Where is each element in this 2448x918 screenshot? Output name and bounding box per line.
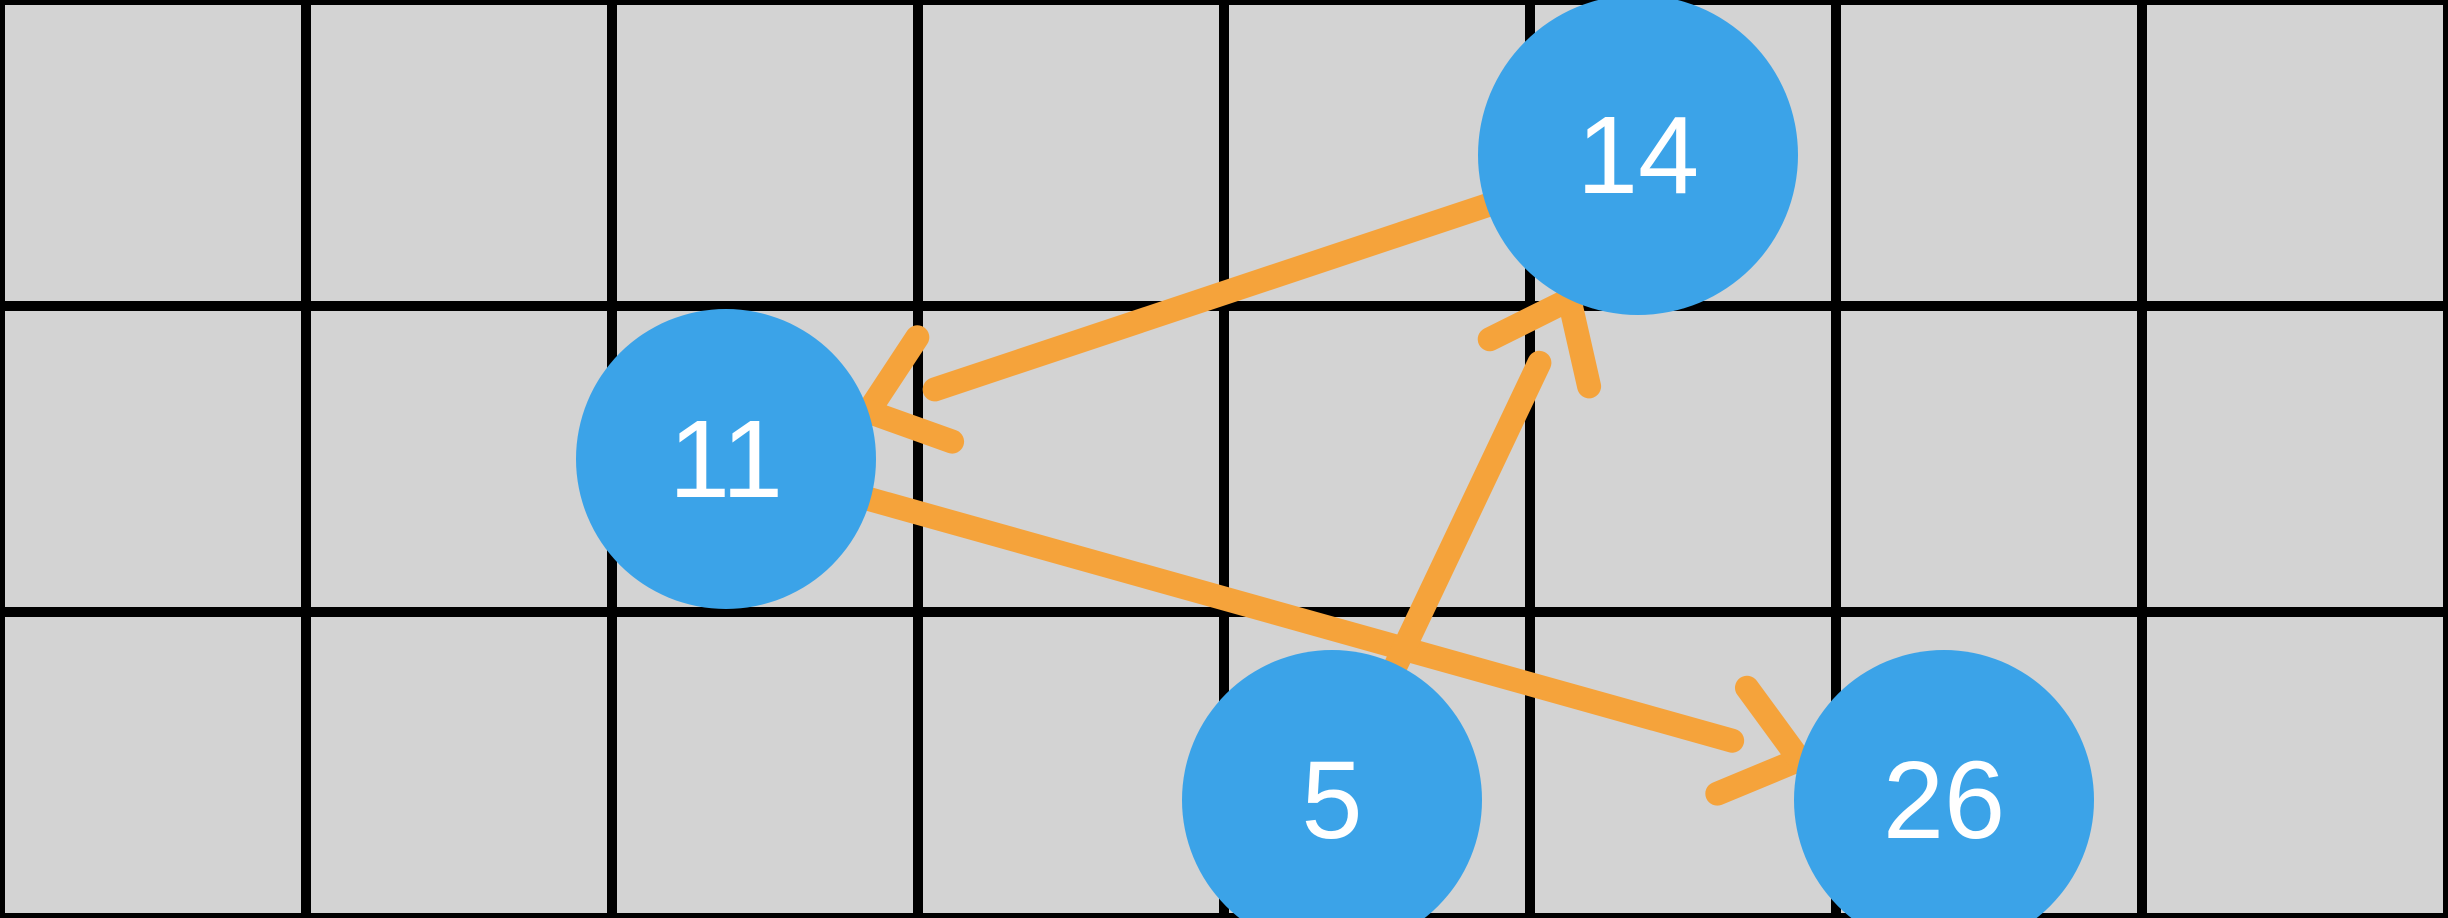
node-label: 5 (1301, 737, 1362, 864)
node-label: 11 (669, 396, 783, 523)
node-label: 14 (1577, 92, 1699, 219)
node-label: 26 (1883, 737, 2005, 864)
node-11[interactable]: 11 (576, 309, 876, 609)
diagram-stage: 11 14 5 26 (0, 0, 2448, 918)
node-14[interactable]: 14 (1478, 0, 1798, 315)
